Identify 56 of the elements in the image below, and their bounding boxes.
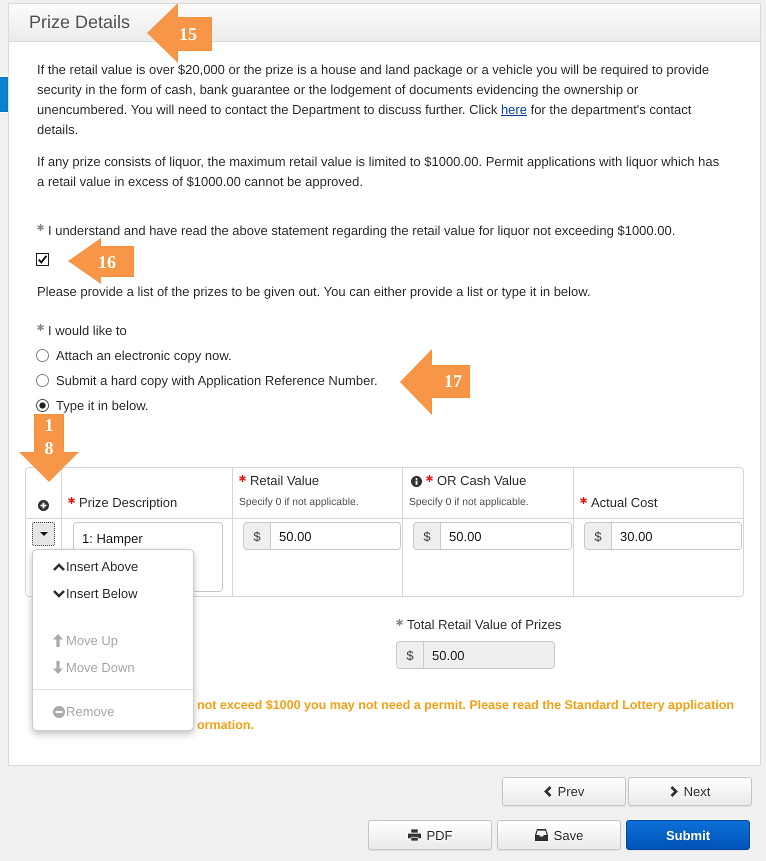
arrow-up-icon (53, 634, 63, 647)
radio-button[interactable] (36, 399, 49, 412)
chevron-down-icon (53, 590, 65, 598)
total-field[interactable]: 50.00 (424, 641, 555, 669)
info-icon[interactable] (411, 476, 422, 487)
amount-field[interactable]: 50.00 (441, 522, 572, 550)
list-instructions: Please provide a list of the prizes to be given out. You can either provide a list or type it in below. (37, 283, 592, 301)
chevron-up-icon (53, 562, 65, 570)
currency-addon: $ (413, 522, 441, 550)
column-header: OR Cash Value (437, 473, 526, 488)
chevron-left-icon (544, 786, 552, 797)
acknowledgement-checkbox[interactable] (36, 253, 49, 266)
column-header: Prize Description (79, 495, 178, 510)
callout-number: 18 (44, 414, 54, 460)
info-paragraph: If the retail value is over $20,000 or the prize is a house and land package or a vehicle you will be required to provide security in the form of cash, bank guarantee or the lodgement of documents evidencing the ownership or unencumbered. You will need to contact the Department to discuss further. Click here for the department's contact details. (37, 61, 710, 139)
radio-label[interactable]: Attach an electronic copy now. (56, 348, 232, 363)
callout-number: 15 (178, 22, 198, 46)
currency-addon: $ (243, 522, 271, 550)
menu-item[interactable]: Insert Below (33, 580, 193, 607)
callout-number: 16 (97, 251, 117, 274)
radio-label[interactable]: Type it in below. (56, 398, 148, 413)
column-header: Actual Cost (591, 495, 658, 510)
menu-item[interactable]: Insert Above (33, 553, 193, 580)
pdf-button[interactable]: PDF (368, 820, 492, 850)
amount-field[interactable]: 30.00 (612, 522, 742, 550)
tray-icon (534, 829, 548, 841)
callout-number: 17 (443, 370, 463, 393)
info-paragraph: If any prize consists of liquor, the maximum retail value is limited to $1000.00. Permit applications with liquor which has a retail value in excess of $1000.00 cannot be approved. (37, 153, 720, 191)
radio-button[interactable] (36, 374, 49, 387)
amount-field[interactable]: 50.00 (271, 522, 401, 550)
radio-label[interactable]: Submit a hard copy with Application Reference Number. (56, 373, 378, 388)
caret-icon (40, 532, 48, 536)
column-hint: Specify 0 if not applicable. (409, 496, 530, 510)
total-label: Total Retail Value of Prizes (407, 617, 562, 632)
choice-label: I would like to (48, 323, 127, 338)
currency-addon: $ (584, 522, 612, 550)
prev-button[interactable]: Prev (502, 777, 626, 806)
warning-message: not exceed $1000 you may not need a permit. Please read the Standard Lottery application ormation. (197, 697, 735, 734)
column-hint: Specify 0 if not applicable. (239, 496, 360, 510)
acknowledgement-label: I understand and have read the above statement regarding the retail value for liquor not exceeding $1000.00. (48, 223, 676, 238)
minus-circle-icon (53, 706, 65, 718)
row-menu-button[interactable] (32, 522, 55, 546)
printer-icon (408, 829, 420, 841)
contact-link[interactable]: here (500, 102, 527, 117)
submit-button[interactable]: Submit (626, 820, 750, 850)
currency-addon: $ (396, 641, 424, 669)
radio-button[interactable] (36, 349, 49, 362)
save-button[interactable]: Save (497, 820, 621, 850)
sidebar-marker (0, 77, 8, 112)
add-icon[interactable] (38, 500, 49, 511)
column-header: Retail Value (250, 473, 320, 488)
chevron-right-icon (670, 786, 678, 797)
next-button[interactable]: Next (628, 777, 752, 806)
panel-title: Prize Details (29, 12, 130, 33)
arrow-down-icon (53, 661, 63, 674)
description-field[interactable]: 1: Hamper (73, 522, 223, 548)
